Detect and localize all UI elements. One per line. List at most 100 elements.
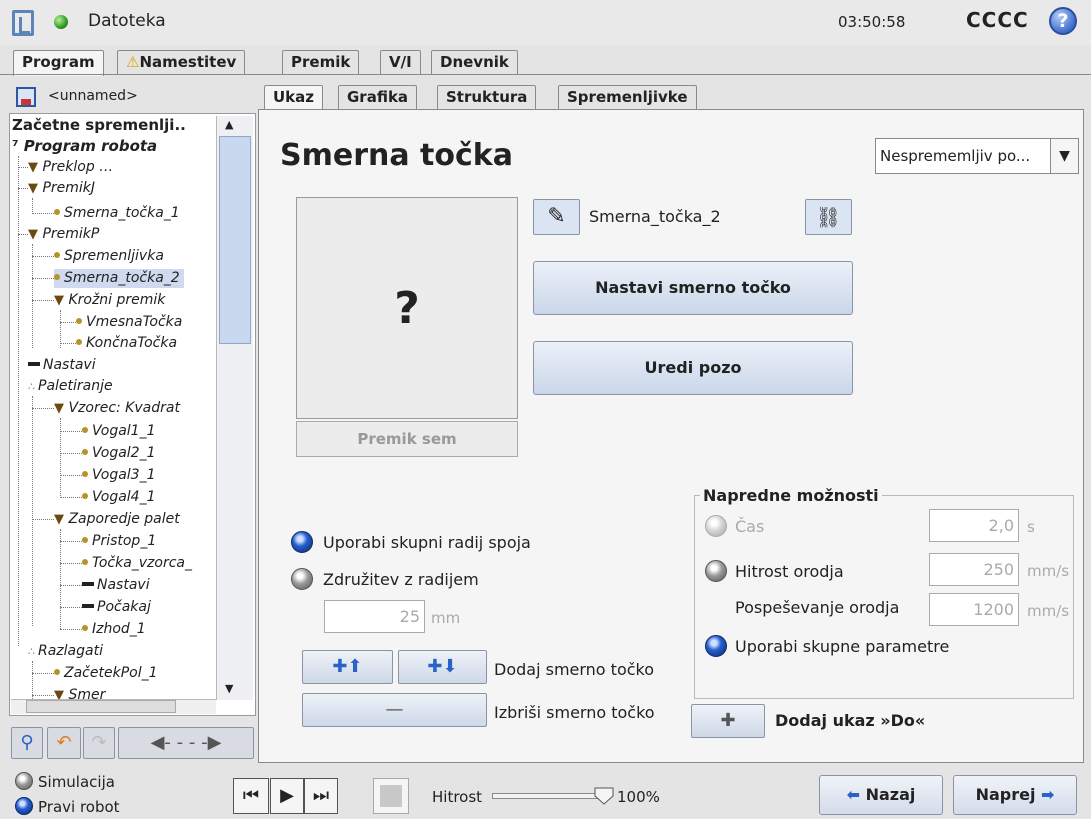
edit-pose-button[interactable]: Uredi pozo [533,341,853,395]
tab-variables[interactable]: Spremenljivke [558,85,697,109]
tree-item-end-point[interactable]: KončnaTočka [76,334,177,353]
tab-label: Premik [291,53,351,71]
speed-slider[interactable] [492,793,604,799]
waypoint-type-select[interactable]: Nesprememljiv po... [875,138,1079,174]
save-icon[interactable] [16,87,36,107]
tree-item-exit[interactable]: Izhod_1 [82,620,146,639]
tab-program[interactable]: Program [13,50,104,76]
robot-status-icon [54,15,68,29]
step-button[interactable]: ⏭ [304,778,338,814]
tree-item-start-pos[interactable]: ZačetekPol_1 [54,664,158,683]
set-waypoint-button[interactable]: Nastavi smerno točko [533,261,853,315]
clock: 03:50:58 [838,13,906,31]
undo-icon[interactable]: ↶ [47,727,81,759]
tree-item-circular-move[interactable]: ▼ Krožni premik [54,291,165,310]
search-icon[interactable]: ⚲ [11,727,43,759]
waypoint-icon [82,625,88,631]
tree-item-switch[interactable]: ▼ Preklop … [28,158,113,177]
tab-installation[interactable]: ⚠Namestitev [117,50,246,74]
waypoint-icon [82,449,88,455]
tree-item-palletizing[interactable]: ∴ Paletiranje [28,377,113,396]
tree-item-label: Nastavi [43,357,96,373]
tree-item-robot-program[interactable]: ⁷ Program robota [12,137,157,156]
tree-item-label: Zaporedje palet [68,511,180,527]
shared-params-radio[interactable] [705,635,727,657]
tree-item-pattern-point[interactable]: Točka_vzorca_ [82,554,192,573]
delete-waypoint-button[interactable]: — [302,693,487,727]
tree-item-init-variables[interactable]: Začetne spremenlji.. [12,116,186,135]
tree-item-via-point[interactable]: VmesnaTočka [76,313,182,332]
add-after-icon: ✚⬇ [427,656,458,677]
help-icon[interactable]: ? [1049,7,1077,35]
waypoint-icon [54,274,60,280]
add-waypoint-before-button[interactable]: ✚⬆ [302,650,393,684]
arrow-left-icon: ⬅ [846,785,861,804]
simulation-radio[interactable] [15,772,33,790]
link-icon: ⛓ [815,205,842,229]
program-name: <unnamed> [48,88,138,104]
tree-item-label: PremikJ [42,180,96,196]
next-button[interactable]: Naprej ➡ [953,775,1077,815]
tool-accel-input[interactable]: 1200 [929,593,1019,626]
tree-item-label: Program robota [23,137,158,155]
add-waypoint-after-button[interactable]: ✚⬇ [398,650,487,684]
link-button[interactable]: ⛓ [805,199,852,235]
tree-item-label: PremikP [42,226,100,242]
tree-scroll-thumb[interactable] [219,136,251,344]
blend-shared-radio[interactable] [291,531,313,553]
tab-log[interactable]: Dnevnik [431,50,518,74]
scroll-down-icon[interactable]: ▼ [225,682,233,695]
tree-item-approach[interactable]: Pristop_1 [82,532,156,551]
back-button[interactable]: ⬅ Nazaj [819,775,943,815]
tab-command[interactable]: Ukaz [264,85,324,111]
tree-item-pallet-sequence[interactable]: ▼ Zaporedje palet [54,510,180,529]
tab-structure[interactable]: Struktura [437,85,537,109]
tab-label: Program [22,53,95,71]
scroll-up-icon[interactable]: ▲ [225,118,233,131]
file-menu[interactable]: Datoteka [88,11,166,31]
tab-label: V/I [389,53,412,71]
tree-item-pattern[interactable]: ▼ Vzorec: Kvadrat [54,399,180,418]
tree-item-waypoint-1[interactable]: Smerna_točka_1 [54,204,180,223]
tree-item-movep[interactable]: ▼ PremikP [28,225,99,244]
tab-io[interactable]: V/I [380,50,421,74]
tree-item-corner-4[interactable]: Vogal4_1 [82,488,156,507]
tool-speed-radio[interactable] [705,560,727,582]
chevron-down-icon: ▼ [28,181,38,196]
chevron-down-icon: ▼ [54,401,64,416]
real-robot-radio[interactable] [15,797,33,815]
skip-back-button[interactable]: ⏮ [233,778,269,814]
tree-item-corner-2[interactable]: Vogal2_1 [82,444,156,463]
add-until-button[interactable]: ✚ [691,704,765,738]
tree-item-waypoint-2[interactable]: Smerna_točka_2 [54,269,184,288]
tree-item-wait[interactable]: Počakaj [82,598,151,617]
blend-radius-input[interactable]: 25 [324,600,425,633]
set-icon [82,582,94,586]
tree-item-corner-1[interactable]: Vogal1_1 [82,422,156,441]
time-radio[interactable] [705,515,727,537]
redo-icon[interactable]: ↷ [83,727,115,759]
waypoint-icon [82,537,88,543]
tree-item-variable[interactable]: Spremenljivka [54,247,164,266]
tree-item-set-2[interactable]: Nastavi [82,576,150,595]
tree-item-depalletizing[interactable]: ∴ Razlagati [28,642,103,661]
tool-speed-input[interactable]: 250 [929,553,1019,586]
tree-item-movej[interactable]: ▼ PremikJ [28,179,95,198]
move-here-button[interactable]: Premik sem [296,421,518,457]
tab-graphics[interactable]: Grafika [338,85,418,109]
simulation-label: Simulacija [38,773,115,791]
tab-move[interactable]: Premik [282,50,360,74]
speed-slider-knob[interactable] [593,784,615,806]
tree-item-set[interactable]: Nastavi [28,356,96,375]
blend-radius-radio[interactable] [291,568,313,590]
tree-item-label: Krožni premik [68,292,166,308]
play-button[interactable]: ▶ [270,778,304,814]
rename-button[interactable]: ✎ [533,199,580,235]
tree-hscroll-thumb[interactable] [26,700,176,713]
time-input[interactable]: 2,0 [929,509,1019,542]
chevron-down-icon[interactable]: ▼ [1050,139,1078,173]
move-node-icon[interactable]: ◀- - - -▶ [118,727,254,759]
tab-label: Namestitev [139,53,237,71]
stop-button[interactable] [373,778,409,814]
tree-item-corner-3[interactable]: Vogal3_1 [82,466,156,485]
